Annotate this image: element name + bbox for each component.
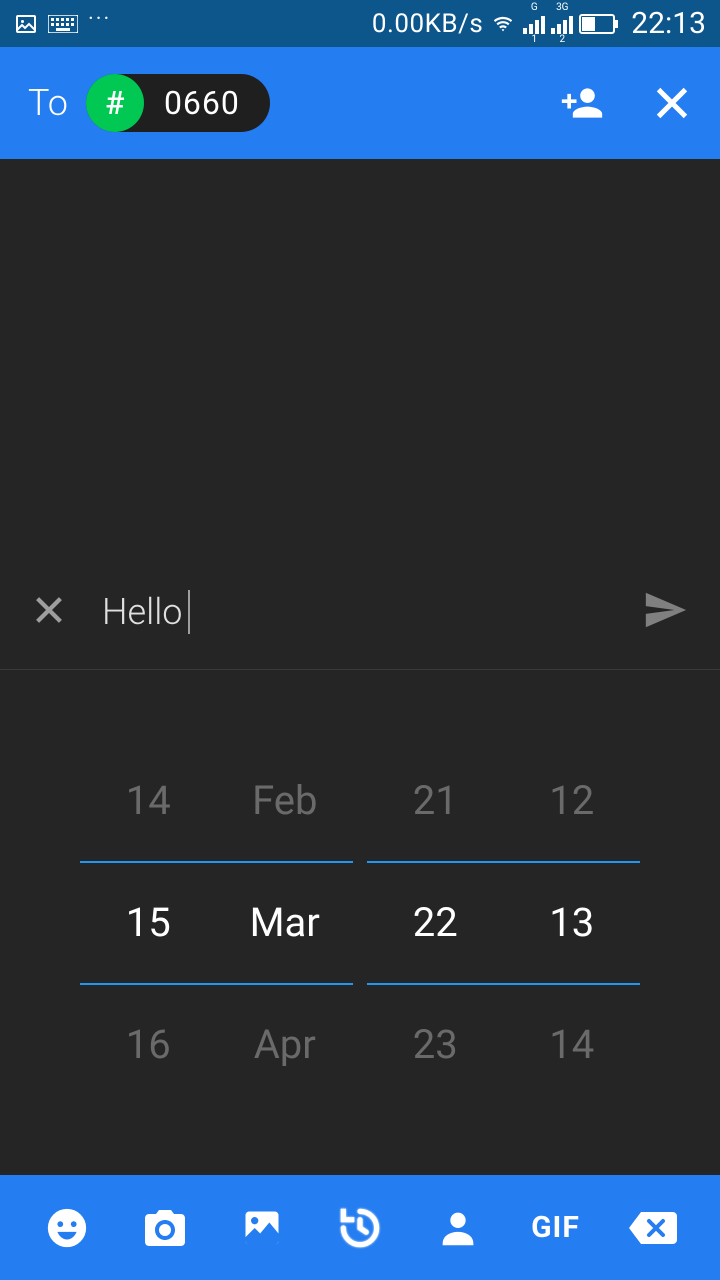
- time-picker-group: 21 12 22 13 23 14: [367, 741, 640, 1105]
- camera-button[interactable]: [116, 1175, 214, 1280]
- clock: 22:13: [631, 6, 706, 41]
- signal-2-icon: 3G 2: [551, 3, 573, 45]
- datetime-picker: 14 Feb 15 Mar 16 Apr 21 12: [0, 670, 720, 1175]
- add-contact-button[interactable]: [560, 81, 604, 125]
- gallery-button[interactable]: [213, 1175, 311, 1280]
- conversation-area[interactable]: [0, 159, 720, 555]
- month-prev[interactable]: Feb: [217, 741, 354, 861]
- wifi-icon: [489, 13, 517, 35]
- recipient-number: 0660: [164, 84, 240, 122]
- close-button[interactable]: [652, 83, 692, 123]
- message-input[interactable]: Hello: [102, 590, 606, 634]
- compose-header: To # 0660: [0, 47, 720, 159]
- message-input-row: Hello: [0, 555, 720, 670]
- day-next[interactable]: 16: [80, 985, 217, 1105]
- gif-label: GIF: [531, 1210, 580, 1245]
- battery-icon: [579, 14, 619, 34]
- image-notification-icon: [14, 12, 38, 36]
- schedule-button[interactable]: [311, 1175, 409, 1280]
- date-picker-group: 14 Feb 15 Mar 16 Apr: [80, 741, 353, 1105]
- send-button[interactable]: [642, 587, 688, 637]
- minute-next[interactable]: 14: [504, 985, 641, 1105]
- hour-selected[interactable]: 22: [367, 863, 504, 983]
- contact-button[interactable]: [409, 1175, 507, 1280]
- network-speed: 0.00KB/s: [372, 9, 483, 39]
- month-selected[interactable]: Mar: [217, 863, 354, 983]
- clear-input-button[interactable]: [32, 593, 66, 631]
- gif-button[interactable]: GIF: [507, 1175, 605, 1280]
- android-status-bar: ··· 0.00KB/s G 1 3G 2 22:13: [0, 0, 720, 47]
- text-cursor: [188, 590, 190, 634]
- to-label: To: [28, 82, 68, 124]
- backspace-button[interactable]: [604, 1175, 702, 1280]
- message-text: Hello: [102, 591, 182, 633]
- keyboard-notification-icon: [48, 15, 78, 33]
- hour-next[interactable]: 23: [367, 985, 504, 1105]
- more-notifications-icon: ···: [88, 7, 111, 32]
- day-selected[interactable]: 15: [80, 863, 217, 983]
- month-next[interactable]: Apr: [217, 985, 354, 1105]
- hour-prev[interactable]: 21: [367, 741, 504, 861]
- minute-prev[interactable]: 12: [504, 741, 641, 861]
- day-prev[interactable]: 14: [80, 741, 217, 861]
- emoji-button[interactable]: [18, 1175, 116, 1280]
- minute-selected[interactable]: 13: [504, 863, 641, 983]
- recipient-chip[interactable]: # 0660: [86, 74, 270, 132]
- attachment-toolbar: GIF: [0, 1175, 720, 1280]
- hash-icon: #: [86, 74, 144, 132]
- signal-1-icon: G 1: [523, 3, 545, 45]
